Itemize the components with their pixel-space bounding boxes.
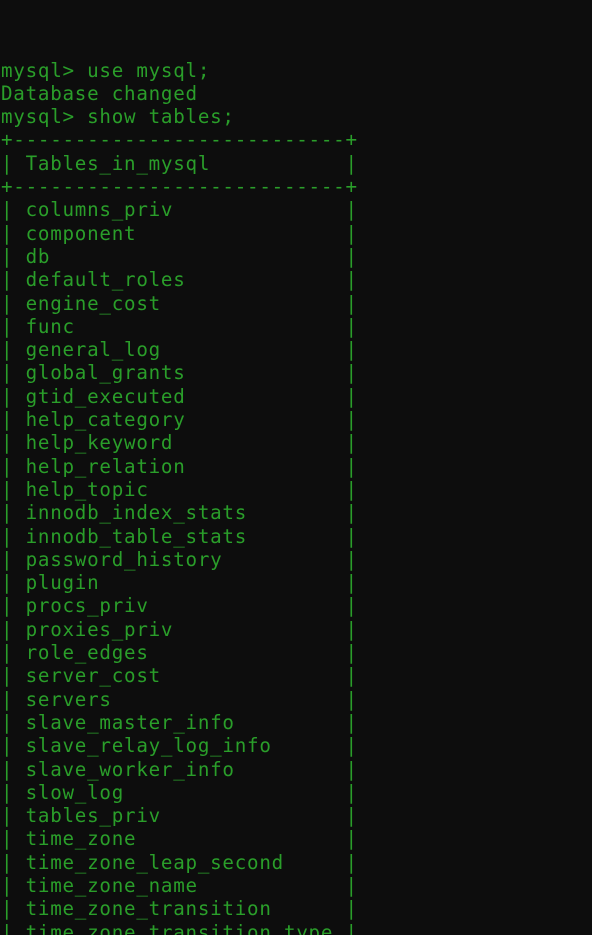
table-row: | component |: [1, 221, 358, 245]
table-row: | slave_relay_log_info |: [1, 734, 358, 758]
table-row: | global_grants |: [1, 361, 358, 385]
terminal-output: mysql> use mysql; Database changed mysql> …: [0, 59, 592, 935]
table-rule-header: +---------------------------+: [1, 175, 358, 199]
table-row: | time_zone_name |: [1, 873, 358, 897]
table-row: | slave_master_info |: [1, 710, 358, 734]
table-row: | help_keyword |: [1, 431, 358, 455]
table-row: | password_history |: [1, 547, 358, 571]
table-header-row: | Tables_in_mysql |: [1, 151, 358, 175]
terminal-window[interactable]: mysql> use mysql; Database changed mysql> …: [0, 0, 592, 935]
table-row: | db |: [1, 244, 358, 268]
table-row: | proxies_priv |: [1, 617, 358, 641]
table-row: | help_topic |: [1, 477, 358, 501]
table-row: | plugin |: [1, 571, 358, 595]
table-row: | help_relation |: [1, 454, 358, 478]
terminal-prompt-line: mysql> show tables;: [1, 105, 235, 129]
table-row: | role_edges |: [1, 641, 358, 665]
table-row: | slow_log |: [1, 780, 358, 804]
table-row: | server_cost |: [1, 664, 358, 688]
table-row: | columns_priv |: [1, 198, 358, 222]
table-row: | func |: [1, 314, 358, 338]
table-rule-top: +---------------------------+: [1, 128, 358, 152]
table-row: | time_zone_transition_type |: [1, 920, 358, 935]
table-row: | gtid_executed |: [1, 384, 358, 408]
table-row: | slave_worker_info |: [1, 757, 358, 781]
table-row: | default_roles |: [1, 268, 358, 292]
table-row: | innodb_index_stats |: [1, 501, 358, 525]
terminal-output-line: Database changed: [1, 81, 198, 105]
table-row: | help_category |: [1, 408, 358, 432]
table-row: | tables_priv |: [1, 804, 358, 828]
table-row: | servers |: [1, 687, 358, 711]
table-row: | time_zone_leap_second |: [1, 850, 358, 874]
table-row: | innodb_table_stats |: [1, 524, 358, 548]
table-row: | time_zone |: [1, 827, 358, 851]
table-row: | time_zone_transition |: [1, 897, 358, 921]
table-row: | general_log |: [1, 338, 358, 362]
table-row: | procs_priv |: [1, 594, 358, 618]
table-row: | engine_cost |: [1, 291, 358, 315]
terminal-prompt-line: mysql> use mysql;: [1, 58, 211, 82]
